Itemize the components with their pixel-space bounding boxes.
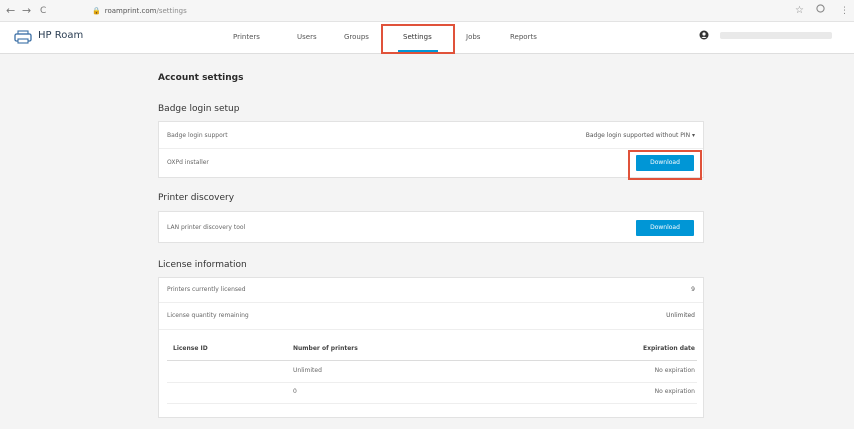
forward-icon[interactable]: → xyxy=(22,4,31,18)
row-divider xyxy=(159,302,703,303)
license-quantity-label: License quantity remaining xyxy=(167,312,249,319)
user-name-blurred[interactable] xyxy=(720,32,832,39)
printers-count-cell: 0 xyxy=(293,388,297,395)
address-bar[interactable]: 🔒 roamprint.com/settings xyxy=(92,4,792,18)
row-divider xyxy=(159,148,703,149)
license-card: Printers currently licensed 9 License qu… xyxy=(158,277,704,418)
profile-icon[interactable] xyxy=(816,4,825,18)
printer-logo-icon xyxy=(14,30,32,44)
row-divider xyxy=(159,329,703,330)
nav-groups[interactable]: Groups xyxy=(344,33,369,41)
lan-tool-download-button[interactable]: Download xyxy=(636,220,694,236)
license-quantity-value: Unlimited xyxy=(666,312,695,319)
lan-tool-label: LAN printer discovery tool xyxy=(167,224,246,231)
nav-jobs[interactable]: Jobs xyxy=(466,33,480,41)
badge-section-title: Badge login setup xyxy=(158,104,240,114)
url-path: /settings xyxy=(156,7,187,15)
expiration-cell: No expiration xyxy=(654,388,695,395)
page-title: Account settings xyxy=(158,73,244,83)
row-divider xyxy=(167,403,697,404)
oxpd-installer-label: OXPd installer xyxy=(167,159,209,166)
settings-tab-highlight xyxy=(381,24,455,54)
printer-discovery-card: LAN printer discovery tool Download xyxy=(158,211,704,243)
back-icon[interactable]: ← xyxy=(6,4,15,18)
reload-icon[interactable]: C xyxy=(40,4,46,18)
license-section-title: License information xyxy=(158,260,247,270)
browser-menu-icon[interactable]: ⋮ xyxy=(840,4,849,18)
user-icon[interactable] xyxy=(699,30,709,40)
nav-reports[interactable]: Reports xyxy=(510,33,537,41)
printers-count-header: Number of printers xyxy=(293,345,358,352)
badge-support-label: Badge login support xyxy=(167,132,228,139)
nav-users[interactable]: Users xyxy=(297,33,317,41)
badge-support-select[interactable]: Badge login supported without PIN ▾ xyxy=(586,132,695,139)
printers-count-cell: Unlimited xyxy=(293,367,322,374)
nav-printers[interactable]: Printers xyxy=(233,33,260,41)
license-id-header: License ID xyxy=(173,345,208,352)
browser-toolbar: ← → C 🔒 roamprint.com/settings ☆ ⋮ xyxy=(0,0,854,22)
table-header-divider xyxy=(167,360,697,361)
printers-licensed-label: Printers currently licensed xyxy=(167,286,246,293)
printers-licensed-value: 9 xyxy=(691,286,695,293)
discovery-section-title: Printer discovery xyxy=(158,193,235,203)
expiration-header: Expiration date xyxy=(642,345,695,352)
lock-icon: 🔒 xyxy=(92,7,101,15)
star-icon[interactable]: ☆ xyxy=(795,4,804,18)
badge-login-card: Badge login support Badge login supporte… xyxy=(158,121,704,178)
download-highlight xyxy=(628,150,702,180)
brand-name: HP Roam xyxy=(38,30,84,41)
row-divider xyxy=(167,382,697,383)
url-host: roamprint.com xyxy=(104,7,157,15)
expiration-cell: No expiration xyxy=(654,367,695,374)
